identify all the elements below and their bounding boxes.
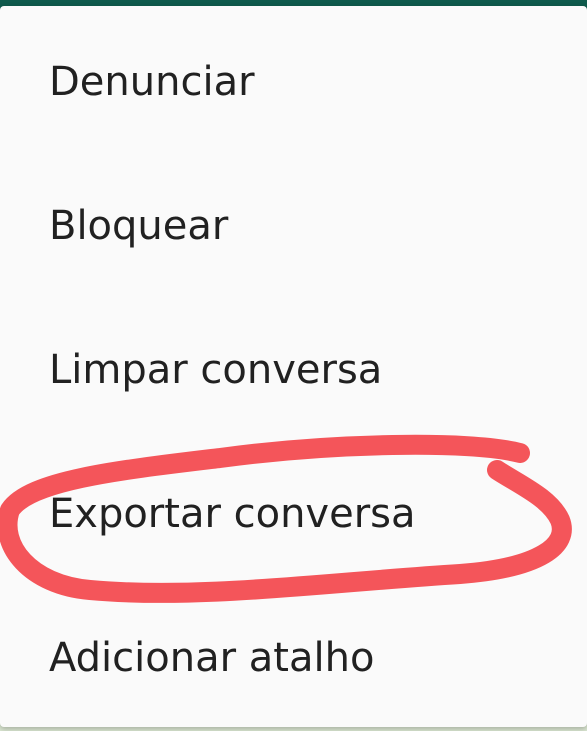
menu-item-bloquear[interactable]: Bloquear [0, 154, 587, 298]
menu-item-denunciar[interactable]: Denunciar [0, 10, 587, 154]
menu-item-exportar-conversa[interactable]: Exportar conversa [0, 442, 587, 586]
menu-item-label: Denunciar [49, 59, 255, 105]
menu-item-label: Exportar conversa [49, 491, 416, 537]
overflow-menu: Denunciar Bloquear Limpar conversa Expor… [0, 6, 587, 727]
menu-item-label: Adicionar atalho [49, 635, 375, 681]
menu-item-label: Limpar conversa [49, 347, 383, 393]
menu-item-label: Bloquear [49, 203, 229, 249]
menu-item-adicionar-atalho[interactable]: Adicionar atalho [0, 586, 587, 730]
menu-item-limpar-conversa[interactable]: Limpar conversa [0, 298, 587, 442]
